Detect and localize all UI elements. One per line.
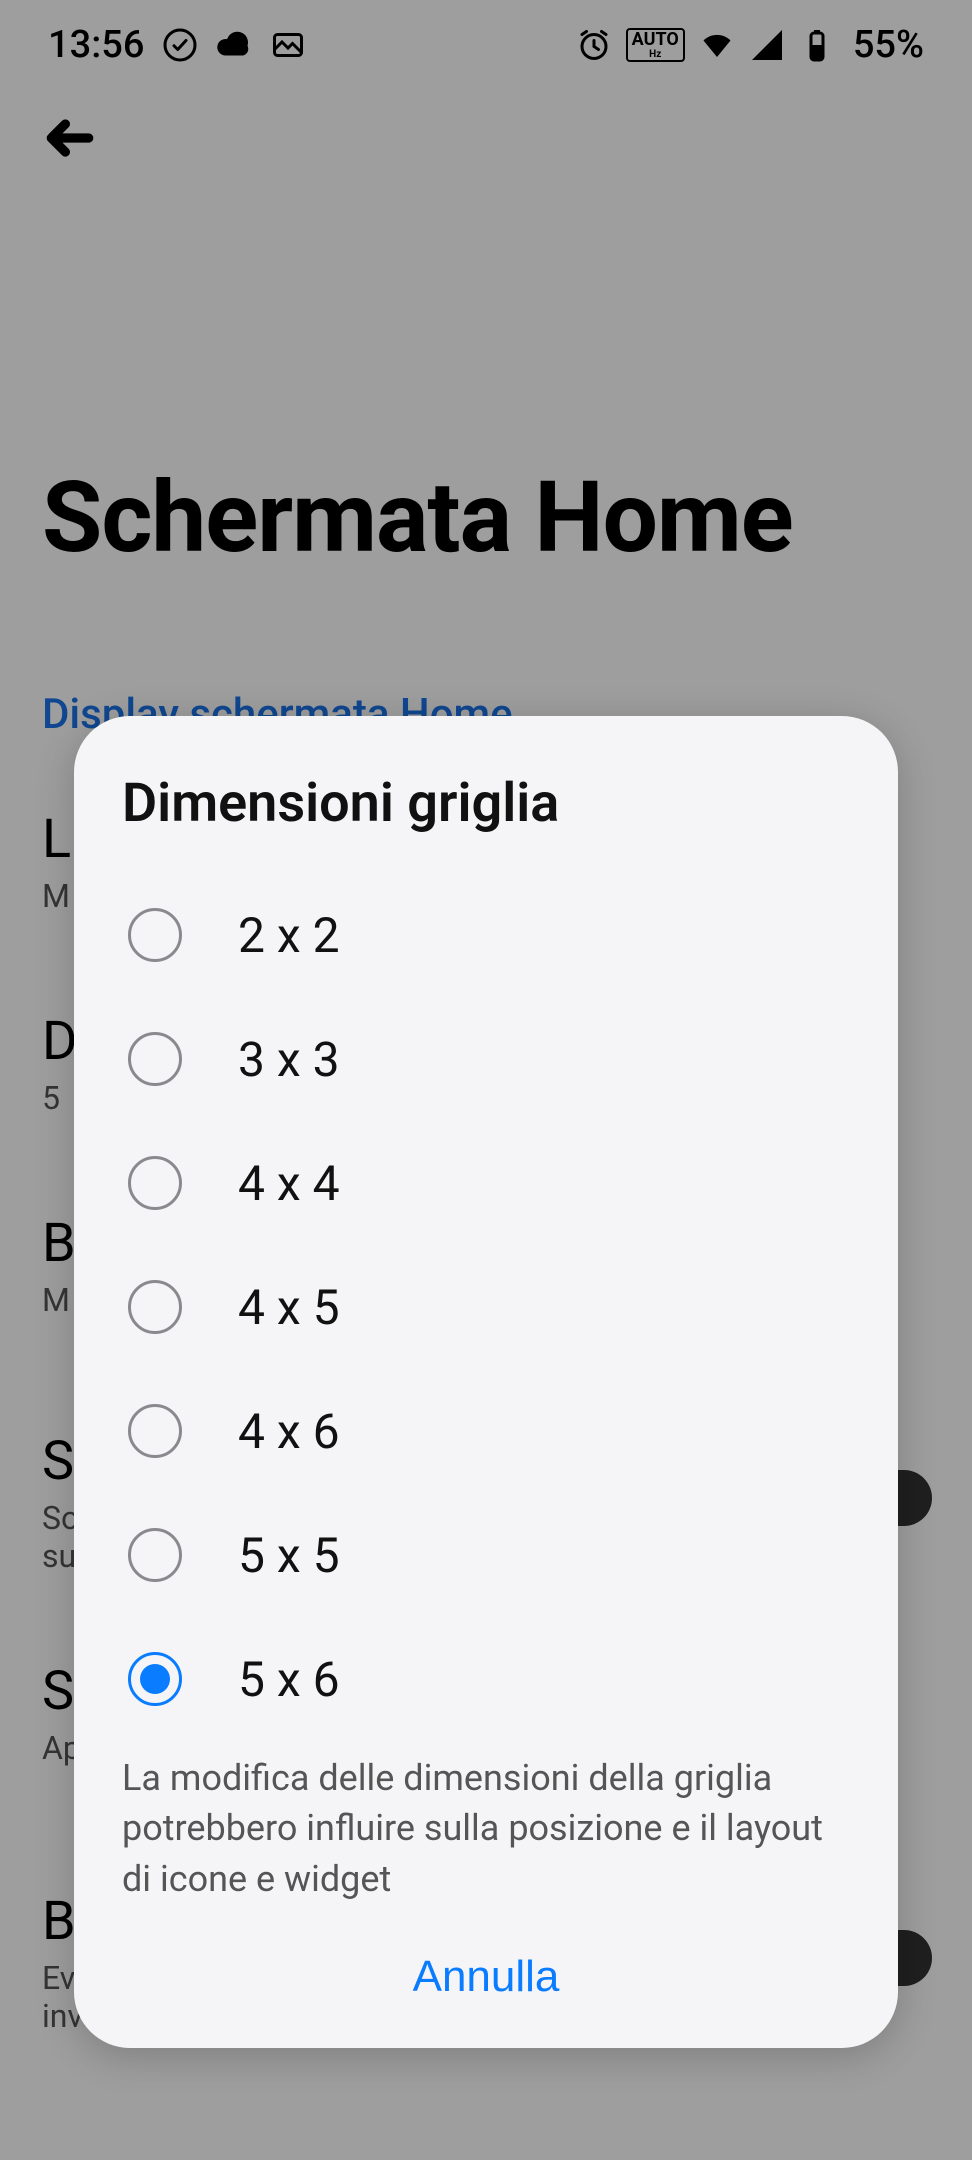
grid-option-label: 2 x 2: [238, 907, 340, 964]
grid-option-label: 4 x 5: [238, 1279, 340, 1336]
grid-size-dialog: Dimensioni griglia 2 x 2 3 x 3 4 x 4 4 x…: [74, 716, 898, 2048]
grid-option[interactable]: 2 x 2: [116, 873, 856, 997]
grid-option[interactable]: 4 x 6: [116, 1369, 856, 1493]
grid-option-label: 4 x 4: [238, 1155, 340, 1212]
radio-icon: [128, 1528, 182, 1582]
radio-icon: [128, 1404, 182, 1458]
grid-option-label: 4 x 6: [238, 1403, 340, 1460]
radio-icon: [128, 1156, 182, 1210]
dialog-title: Dimensioni griglia: [116, 772, 856, 835]
radio-icon: [128, 1032, 182, 1086]
grid-option[interactable]: 5 x 5: [116, 1493, 856, 1617]
grid-option[interactable]: 3 x 3: [116, 997, 856, 1121]
grid-option[interactable]: 4 x 5: [116, 1245, 856, 1369]
grid-option[interactable]: 5 x 6: [116, 1617, 856, 1731]
grid-option-label: 5 x 5: [238, 1527, 340, 1584]
radio-icon: [128, 1652, 182, 1706]
cancel-button[interactable]: Annulla: [413, 1952, 560, 2002]
grid-option-label: 5 x 6: [238, 1651, 340, 1708]
radio-icon: [128, 908, 182, 962]
radio-icon: [128, 1280, 182, 1334]
grid-option-label: 3 x 3: [238, 1031, 340, 1088]
dialog-hint: La modifica delle dimensioni della grigl…: [116, 1731, 856, 1904]
grid-option[interactable]: 4 x 4: [116, 1121, 856, 1245]
dialog-options-list: 2 x 2 3 x 3 4 x 4 4 x 5 4 x 6 5 x 5 5 x …: [116, 873, 856, 1731]
